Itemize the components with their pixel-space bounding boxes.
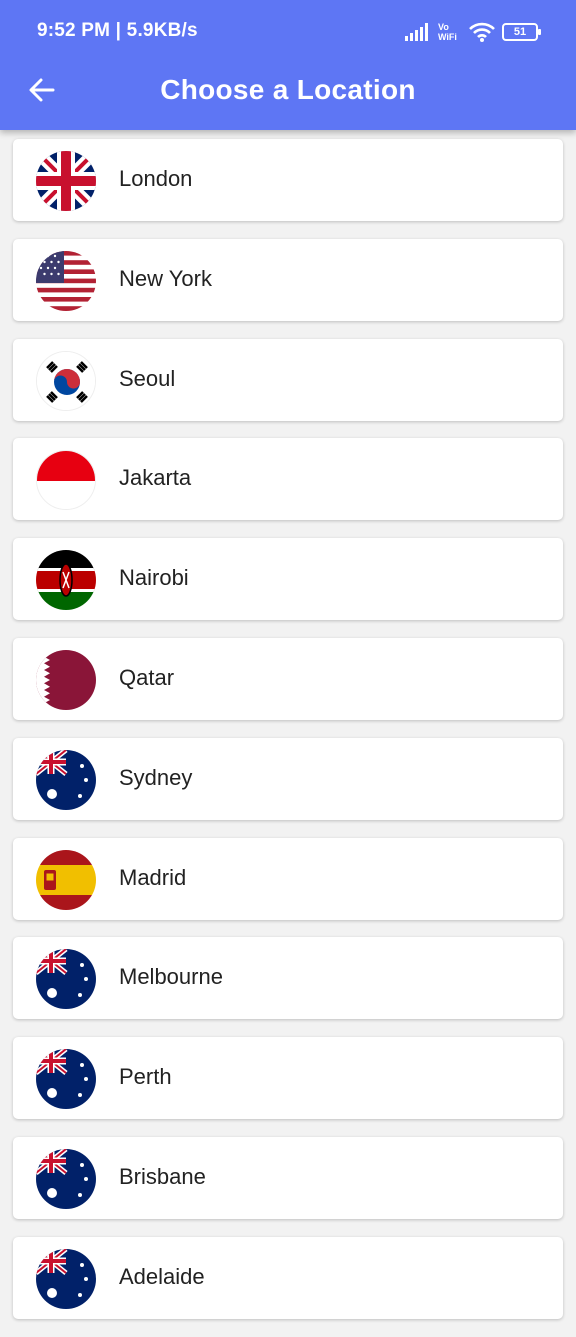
location-card-qatar[interactable]: Qatar <box>13 637 563 720</box>
location-name: Seoul <box>119 365 176 391</box>
vowifi-label: Vo WiFi <box>438 22 457 42</box>
location-card-melbourne[interactable]: Melbourne <box>13 937 563 1020</box>
app-bar: 9:52 PM | 5.9KB/s Vo WiFi 51 Choose a Lo… <box>0 0 576 130</box>
location-card-jakarta[interactable]: Jakarta <box>13 438 563 521</box>
location-name: Perth <box>119 1064 172 1090</box>
location-name: Qatar <box>119 664 175 690</box>
location-card-brisbane[interactable]: Brisbane <box>13 1136 563 1219</box>
signal-icon <box>405 23 428 41</box>
australia-flag-icon <box>36 949 96 1010</box>
australia-flag-icon <box>36 1049 96 1110</box>
location-card-adelaide[interactable]: Adelaide <box>13 1236 563 1319</box>
location-name: Melbourne <box>119 964 223 990</box>
usa-flag-icon <box>36 250 96 311</box>
wifi-icon <box>469 22 495 42</box>
location-name: New York <box>119 265 212 291</box>
indonesia-flag-icon <box>36 450 96 511</box>
battery-level: 51 <box>513 26 527 38</box>
status-icons: Vo WiFi 51 <box>405 20 541 44</box>
location-list: London New York Seoul Jakarta Nairobi Qa… <box>13 139 563 1337</box>
spain-flag-icon <box>36 849 96 910</box>
location-name: Nairobi <box>119 565 189 591</box>
status-bar: 9:52 PM | 5.9KB/s Vo WiFi 51 <box>0 0 576 64</box>
australia-flag-icon <box>36 1148 96 1209</box>
location-card-london[interactable]: London <box>13 139 563 221</box>
location-card-seoul[interactable]: Seoul <box>13 338 563 421</box>
location-card-perth[interactable]: Perth <box>13 1037 563 1120</box>
qatar-flag-icon <box>36 649 96 710</box>
page-title: Choose a Location <box>160 74 416 105</box>
location-card-madrid[interactable]: Madrid <box>13 837 563 920</box>
location-name: Madrid <box>119 864 187 890</box>
location-card-nairobi[interactable]: Nairobi <box>13 538 563 621</box>
location-card-sydney[interactable]: Sydney <box>13 737 563 820</box>
uk-flag-icon <box>36 151 96 211</box>
australia-flag-icon <box>36 749 96 810</box>
australia-flag-icon <box>36 1248 96 1309</box>
location-name: Jakarta <box>119 465 192 491</box>
location-name: Brisbane <box>119 1163 206 1189</box>
kenya-flag-icon <box>36 550 96 611</box>
location-card-new-york[interactable]: New York <box>13 238 563 321</box>
location-name: Sydney <box>119 764 193 790</box>
status-time: 9:52 PM | 5.9KB/s <box>37 20 198 41</box>
location-name: Adelaide <box>119 1263 205 1289</box>
battery-icon: 51 <box>502 23 541 41</box>
location-name: London <box>119 166 193 191</box>
south-korea-flag-icon <box>36 350 96 411</box>
